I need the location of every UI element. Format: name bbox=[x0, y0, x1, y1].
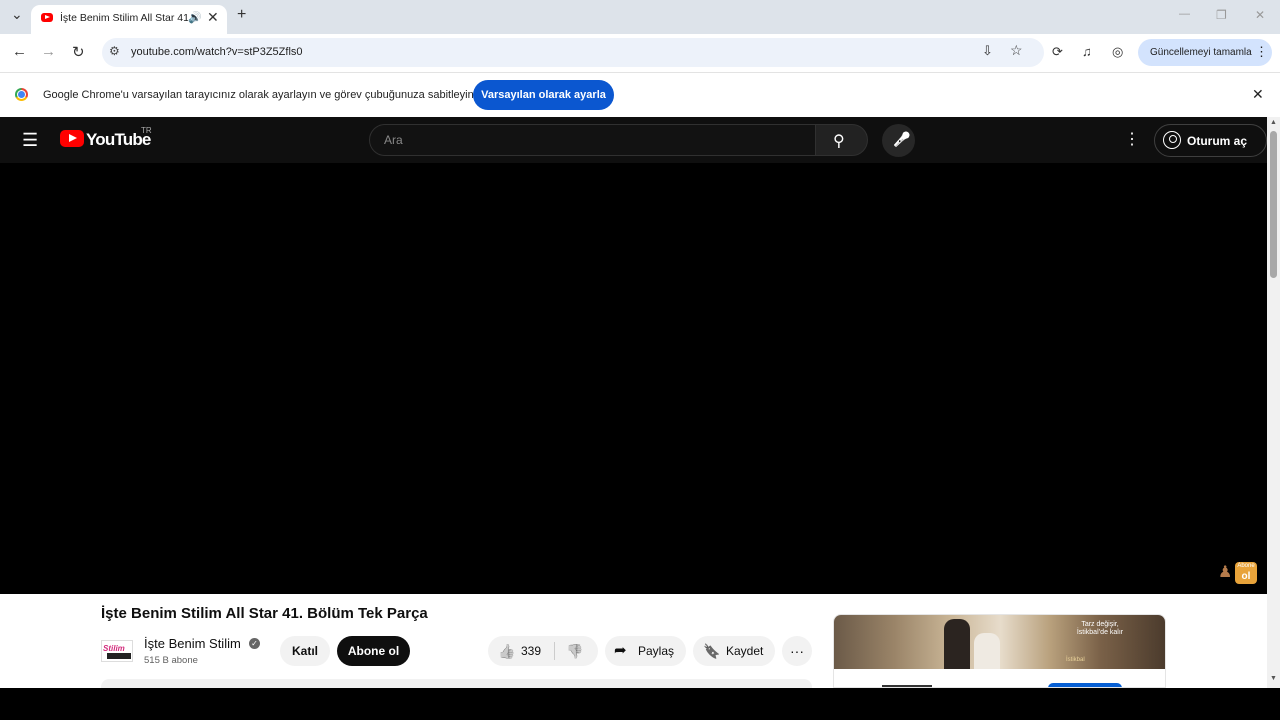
tab-strip: ⌄ İşte Benim Stilim All Star 41 🔊 ✕ + — … bbox=[0, 0, 1280, 34]
infobar-message: Google Chrome'u varsayılan tarayıcınız o… bbox=[43, 89, 474, 101]
scroll-down-arrow-icon[interactable]: ▼ bbox=[1270, 675, 1277, 682]
share-label: Paylaş bbox=[638, 644, 675, 658]
sign-in-label: Oturum aç bbox=[1187, 134, 1248, 148]
media-control-icon[interactable]: ♫ bbox=[1082, 44, 1092, 59]
avatar-text: Stilim bbox=[103, 644, 125, 653]
watermark-figure-icon: ♟ bbox=[1218, 564, 1233, 581]
ad-headline: Tarz değişir, İstikbal’de kalır bbox=[1076, 621, 1124, 636]
like-icon[interactable]: 👍 bbox=[498, 636, 515, 666]
default-browser-infobar: Google Chrome'u varsayılan tarayıcınız o… bbox=[0, 72, 1280, 117]
companion-ad[interactable]: Tarz değişir, İstikbal’de kalır İstikbal bbox=[833, 614, 1166, 688]
share-icon: ➦ bbox=[614, 642, 627, 659]
dislike-icon[interactable]: 👎 bbox=[566, 636, 583, 666]
screen-bottom-edge bbox=[0, 688, 1280, 720]
channel-name[interactable]: İşte Benim Stilim bbox=[144, 636, 241, 651]
ad-logo: İstikbal bbox=[1066, 657, 1085, 663]
subscribe-button[interactable]: Abone ol bbox=[337, 636, 410, 666]
scrollbar-thumb[interactable] bbox=[1270, 131, 1277, 278]
search-placeholder: Ara bbox=[384, 133, 403, 147]
watermark-badge: Abone ol bbox=[1235, 562, 1257, 584]
reload-button[interactable]: ↻ bbox=[72, 43, 85, 61]
url-text[interactable]: youtube.com/watch?v=stP3Z5Zfls0 bbox=[131, 46, 303, 58]
country-code: TR bbox=[141, 126, 152, 135]
tab-search-icon[interactable]: ⌄ bbox=[11, 6, 23, 23]
microphone-icon: 🎤 bbox=[893, 131, 911, 147]
search-input[interactable]: Ara bbox=[369, 124, 816, 156]
like-count[interactable]: 339 bbox=[521, 636, 541, 666]
tab-title: İşte Benim Stilim All Star 41 bbox=[60, 12, 188, 24]
voice-search-button[interactable]: 🎤 bbox=[882, 124, 915, 157]
install-app-icon[interactable]: ⇩ bbox=[982, 43, 993, 59]
audio-playing-icon[interactable]: 🔊 bbox=[188, 11, 202, 24]
chrome-logo-icon bbox=[15, 88, 28, 101]
watermark-top-text: Abone bbox=[1237, 563, 1255, 569]
window-close-button[interactable]: ✕ bbox=[1255, 8, 1265, 22]
sign-in-button[interactable]: Oturum aç bbox=[1154, 124, 1267, 157]
subscribe-watermark[interactable]: ♟ Abone ol bbox=[1218, 562, 1258, 584]
guide-menu-icon[interactable]: ☰ bbox=[22, 130, 38, 151]
infobar-close-icon[interactable]: ✕ bbox=[1252, 86, 1264, 103]
channel-avatar[interactable]: Stilim bbox=[101, 640, 133, 662]
forward-button[interactable]: → bbox=[41, 43, 56, 60]
profile-icon[interactable]: ◎ bbox=[1112, 44, 1123, 60]
like-divider bbox=[554, 642, 555, 660]
settings-more-icon[interactable]: ⋮ bbox=[1124, 129, 1140, 149]
scroll-up-arrow-icon[interactable]: ▲ bbox=[1270, 119, 1277, 126]
extension-icon[interactable]: ⟳ bbox=[1052, 44, 1063, 60]
video-title: İşte Benim Stilim All Star 41. Bölüm Tek… bbox=[101, 605, 428, 622]
new-tab-button[interactable]: + bbox=[237, 6, 246, 24]
avatar-bar bbox=[107, 653, 131, 659]
share-button[interactable]: ➦ Paylaş bbox=[605, 636, 686, 666]
save-button[interactable]: 🔖 Kaydet bbox=[693, 636, 775, 666]
chrome-menu-icon[interactable]: ⋮ bbox=[1255, 44, 1268, 60]
save-icon: 🔖 bbox=[703, 643, 721, 659]
account-icon bbox=[1163, 131, 1181, 149]
address-bar[interactable]: ⚙ youtube.com/watch?v=stP3Z5Zfls0 ⇩ ☆ bbox=[102, 38, 1044, 67]
save-label: Kaydet bbox=[726, 644, 764, 658]
subscriber-count: 515 B abone bbox=[144, 655, 198, 666]
tab-close-icon[interactable]: ✕ bbox=[207, 9, 219, 26]
ad-person-woman bbox=[974, 633, 1000, 669]
ad-person-man bbox=[944, 619, 970, 669]
page-scrollbar[interactable]: ▲ ▼ bbox=[1267, 117, 1280, 688]
search-icon: ⚲ bbox=[833, 133, 845, 150]
set-default-button[interactable]: Varsayılan olarak ayarla bbox=[473, 80, 614, 110]
more-actions-button[interactable]: ··· bbox=[782, 636, 812, 666]
like-dislike-group: 👍 339 👎 bbox=[488, 636, 598, 666]
youtube-favicon-icon bbox=[41, 13, 53, 22]
site-info-icon[interactable]: ⚙ bbox=[109, 44, 120, 58]
tab-youtube[interactable]: İşte Benim Stilim All Star 41 🔊 ✕ bbox=[31, 5, 227, 34]
update-label: Güncellemeyi tamamla bbox=[1150, 47, 1252, 58]
bookmark-star-icon[interactable]: ☆ bbox=[1010, 42, 1023, 59]
search-button[interactable]: ⚲ bbox=[815, 124, 868, 156]
back-button[interactable]: ← bbox=[12, 43, 27, 60]
update-button[interactable]: Güncellemeyi tamamla ⋮ bbox=[1138, 39, 1272, 66]
watermark-main-text: ol bbox=[1241, 571, 1251, 582]
video-player[interactable] bbox=[0, 163, 1267, 594]
minimize-button[interactable]: — bbox=[1179, 8, 1190, 20]
youtube-masthead: ☰ YouTube TR Ara ⚲ 🎤 ⋮ Oturum aç bbox=[0, 117, 1267, 163]
youtube-logo-icon[interactable] bbox=[60, 130, 84, 147]
join-button[interactable]: Katıl bbox=[280, 636, 330, 666]
maximize-button[interactable]: ❐ bbox=[1216, 8, 1227, 22]
verified-badge-icon: ✓ bbox=[249, 638, 260, 649]
